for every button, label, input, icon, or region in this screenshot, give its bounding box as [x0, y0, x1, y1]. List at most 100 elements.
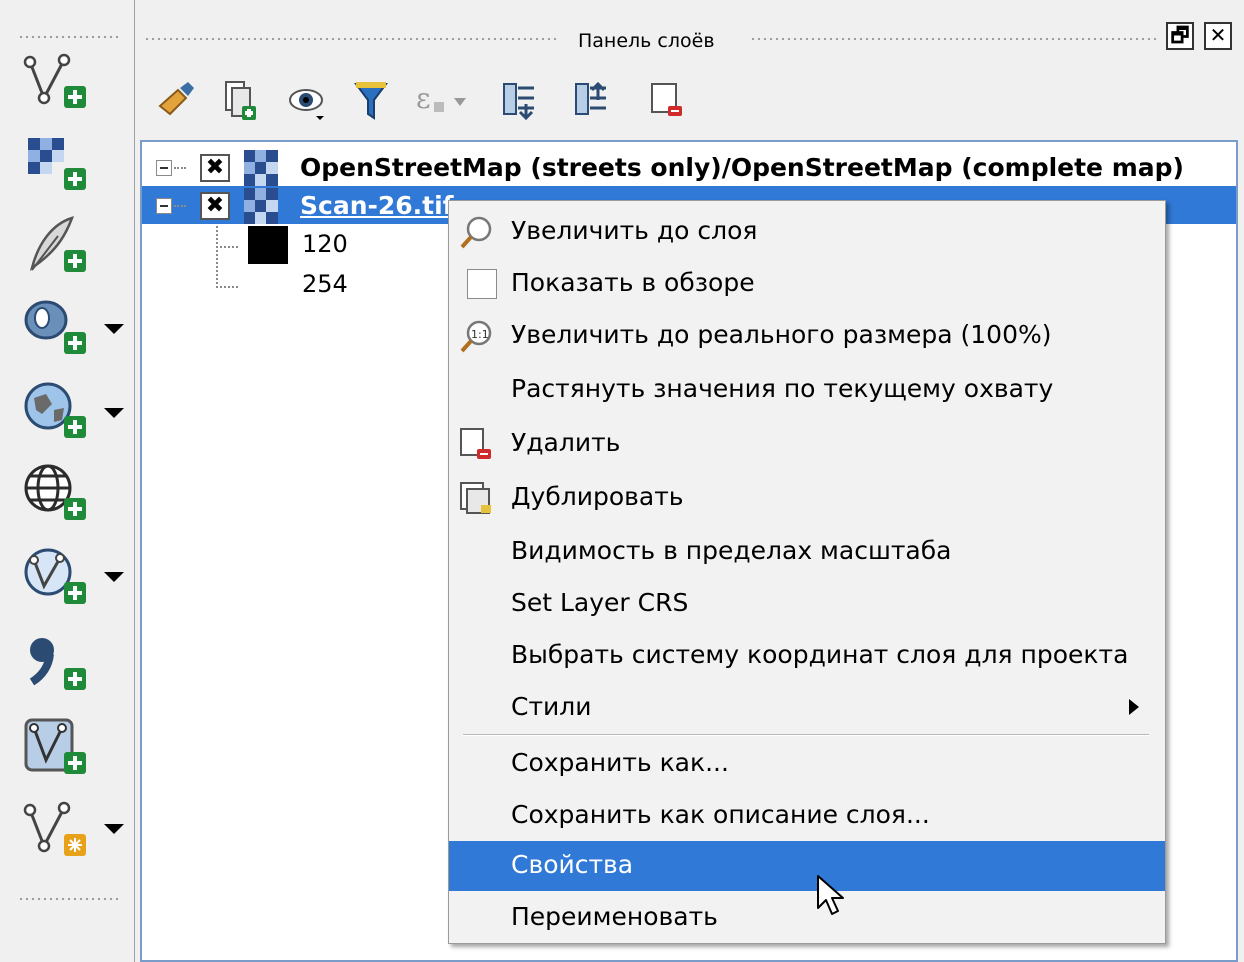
add-raster-layer-button[interactable] [22, 132, 96, 194]
layer-name: OpenStreetMap (streets only)/OpenStreetM… [300, 153, 1184, 182]
svg-text:ε: ε [416, 82, 431, 115]
menu-item-label: Сохранить как описание слоя... [511, 800, 930, 829]
float-panel-button[interactable]: 🗗 [1166, 22, 1194, 50]
add-group-button[interactable] [218, 78, 262, 124]
menu-item-zoom-to-layer[interactable]: Увеличить до слоя [449, 207, 1165, 257]
add-raster-layer-icon [28, 138, 86, 190]
menu-item-label: Увеличить до слоя [511, 216, 758, 245]
duplicate-layer-icon [460, 482, 491, 514]
remove-layer-icon [651, 83, 682, 116]
menu-item-rename[interactable]: Переименовать [449, 893, 1165, 943]
menu-item-label: Выбрать систему координат слоя для проек… [511, 640, 1129, 669]
menu-item-label: Стили [511, 692, 592, 721]
add-postgis-layer-icon [24, 300, 86, 354]
menu-item-label: Увеличить до реального размера (100%) [511, 320, 1052, 349]
menu-item-label: Растянуть значения по текущему охвату [511, 374, 1054, 403]
new-temporary-layer-button[interactable] [22, 798, 96, 860]
menu-item-scale-visibility[interactable]: Видимость в пределах масштаба [449, 527, 1165, 577]
add-spatialite-layer-icon [24, 718, 86, 774]
legend-color-swatch [248, 266, 288, 304]
panel-title: Панель слоёв [578, 30, 715, 52]
menu-item-set-project-crs[interactable]: Выбрать систему координат слоя для проек… [449, 631, 1165, 681]
submenu-arrow-icon [1129, 699, 1139, 715]
filter-legend-button[interactable] [350, 78, 394, 124]
toolbar-grip[interactable] [18, 34, 118, 40]
layer-visibility-checkbox[interactable]: ✖ [200, 192, 230, 220]
menu-item-label: Переименовать [511, 902, 718, 931]
add-delimited-text-layer-button[interactable] [22, 214, 96, 276]
expand-all-icon [503, 83, 534, 121]
postgis-dropdown-arrow-icon[interactable] [104, 324, 124, 334]
add-postgis-layer-button[interactable] [22, 296, 96, 358]
collapse-toggle-icon[interactable] [156, 160, 172, 176]
remove-layer-icon [460, 428, 491, 459]
new-vector-layer-button[interactable] [22, 50, 96, 112]
show-in-overview-checkbox[interactable] [467, 269, 497, 299]
add-group-icon [225, 81, 256, 120]
expand-all-button[interactable] [498, 78, 542, 124]
expression-filter-button[interactable]: ε [412, 78, 466, 124]
close-panel-button[interactable]: ✕ [1204, 22, 1232, 50]
add-wfs-layer-button[interactable] [22, 546, 96, 608]
zoom-to-layer-icon [460, 216, 492, 249]
collapse-toggle-icon[interactable] [156, 198, 172, 214]
layer-toolbar: ε [150, 78, 750, 128]
wfs-dropdown-arrow-icon[interactable] [104, 572, 124, 582]
add-virtual-layer-button[interactable] [22, 632, 96, 694]
wms-dropdown-arrow-icon[interactable] [104, 408, 124, 418]
visibility-button[interactable] [286, 78, 330, 124]
menu-item-label: Дублировать [511, 482, 684, 511]
raster-layer-icon [244, 150, 278, 186]
menu-item-label: Показать в обзоре [511, 268, 755, 297]
legend-connector [216, 226, 218, 288]
add-wms-layer-button[interactable] [22, 380, 96, 442]
layer-name: Scan-26.tif [300, 191, 454, 220]
layer-visibility-checkbox[interactable]: ✖ [200, 154, 230, 182]
legend-value: 120 [302, 230, 348, 258]
menu-item-label: Set Layer CRS [511, 588, 689, 617]
menu-separator [463, 734, 1149, 736]
menu-item-label: Видимость в пределах масштаба [511, 536, 952, 565]
panel-title-bar[interactable]: Панель слоёв [136, 22, 1244, 58]
collapse-all-icon [575, 81, 606, 115]
menu-item-duplicate[interactable]: Дублировать [449, 473, 1165, 523]
add-delimited-text-layer-icon [29, 216, 86, 272]
menu-item-remove[interactable]: Удалить [449, 419, 1165, 469]
menu-item-zoom-actual-size[interactable]: 1:1 Увеличить до реального размера (100%… [449, 311, 1165, 361]
menu-item-label: Свойства [511, 850, 634, 879]
legend-color-swatch [248, 226, 288, 264]
menu-item-stretch-values[interactable]: Растянуть значения по текущему охвату [449, 365, 1165, 415]
new-vector-layer-icon [23, 53, 86, 108]
add-wcs-layer-button[interactable] [22, 462, 96, 524]
menu-item-save-as[interactable]: Сохранить как... [449, 739, 1165, 789]
raster-layer-icon [244, 188, 278, 224]
style-brush-button[interactable] [154, 78, 198, 124]
add-wms-layer-icon [24, 382, 86, 438]
visibility-eye-icon [289, 89, 324, 120]
menu-item-label: Удалить [511, 428, 621, 457]
remove-layer-button[interactable] [646, 78, 690, 124]
add-wfs-layer-icon [24, 548, 86, 604]
add-spatialite-layer-button[interactable] [22, 716, 96, 778]
svg-text:1:1: 1:1 [471, 328, 489, 341]
tree-connector [174, 205, 186, 207]
title-grip-left [144, 36, 556, 42]
tree-connector [174, 167, 186, 169]
menu-item-styles[interactable]: Стили [449, 683, 1165, 733]
add-wcs-layer-icon [24, 464, 86, 520]
toolbar-grip[interactable] [18, 896, 118, 902]
expression-filter-icon: ε [416, 82, 466, 115]
legend-connector [216, 286, 238, 288]
style-brush-icon [158, 82, 194, 116]
menu-item-show-in-overview[interactable]: Показать в обзоре [449, 259, 1165, 309]
menu-item-set-layer-crs[interactable]: Set Layer CRS [449, 579, 1165, 629]
temporary-layer-dropdown-arrow-icon[interactable] [104, 824, 124, 834]
collapse-all-button[interactable] [570, 78, 614, 124]
left-toolbar [0, 0, 135, 962]
menu-item-save-as-definition[interactable]: Сохранить как описание слоя... [449, 791, 1165, 841]
menu-item-properties[interactable]: Свойства [449, 841, 1165, 891]
menu-item-label: Сохранить как... [511, 748, 729, 777]
title-grip-right [750, 36, 1158, 42]
mouse-pointer-icon [817, 875, 844, 915]
layer-row[interactable]: ✖ OpenStreetMap (streets only)/OpenStree… [142, 148, 1236, 186]
